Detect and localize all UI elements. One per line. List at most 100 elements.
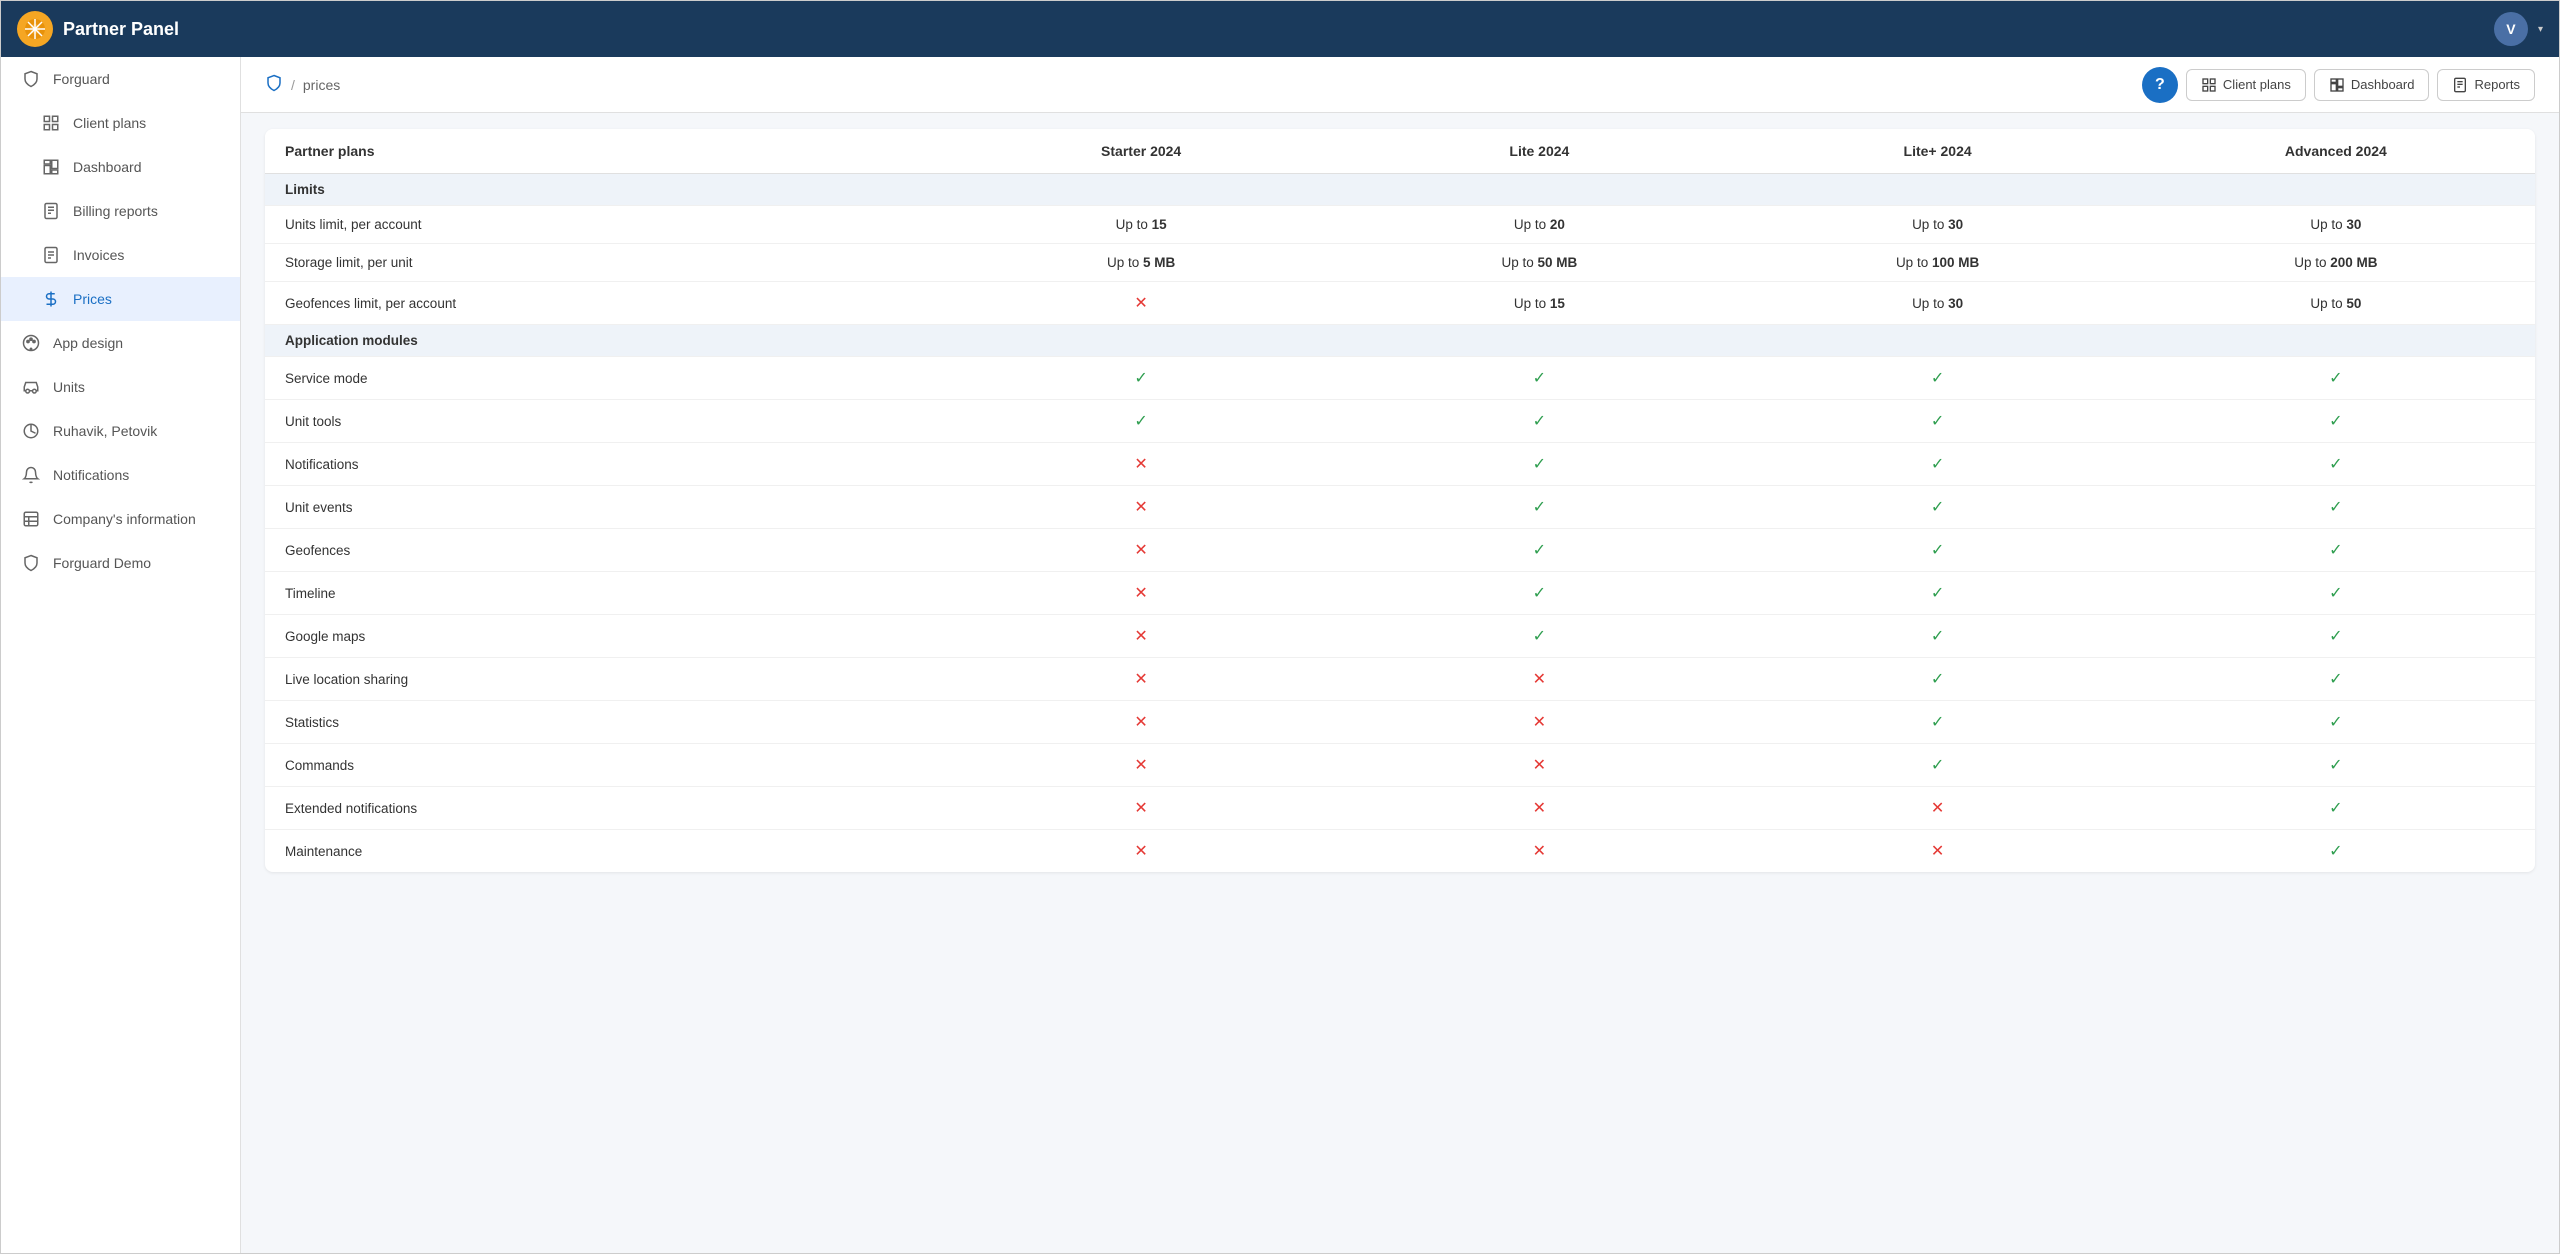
sidebar-item-forguard-demo[interactable]: Forguard Demo xyxy=(1,541,240,585)
lite-cell: Up to 50 MB xyxy=(1340,244,1738,282)
lite-cell: ✓ xyxy=(1340,357,1738,400)
check-icon: ✓ xyxy=(1931,456,1944,473)
help-button[interactable]: ? xyxy=(2142,67,2178,103)
advanced-cell: Up to 50 xyxy=(2137,282,2535,325)
palette-icon xyxy=(21,333,41,353)
logo-icon xyxy=(17,11,53,47)
lite_plus-cell: ✓ xyxy=(1738,400,2136,443)
check-icon: ✓ xyxy=(2329,714,2342,731)
cross-icon: ✕ xyxy=(1134,585,1147,602)
check-icon: ✓ xyxy=(1931,757,1944,774)
advanced-cell: ✓ xyxy=(2137,357,2535,400)
dashboard-button[interactable]: Dashboard xyxy=(2314,69,2430,101)
table-row: Google maps✕✓✓✓ xyxy=(265,615,2535,658)
content-area: / prices ? Client plans Dashboard xyxy=(241,57,2559,1253)
col-header-starter: Starter 2024 xyxy=(942,129,1340,174)
sidebar-item-units[interactable]: Units xyxy=(1,365,240,409)
client-plans-btn-icon xyxy=(2201,77,2217,93)
lite_plus-cell: Up to 30 xyxy=(1738,282,2136,325)
table-icon xyxy=(21,509,41,529)
starter-cell: Up to 15 xyxy=(942,206,1340,244)
starter-cell: ✕ xyxy=(942,529,1340,572)
table-row: Commands✕✕✓✓ xyxy=(265,744,2535,787)
feature-cell: Geofences xyxy=(265,529,942,572)
sidebar-item-billing-reports[interactable]: Billing reports xyxy=(1,189,240,233)
lite-cell: ✕ xyxy=(1340,744,1738,787)
check-icon: ✓ xyxy=(1533,370,1546,387)
dollar-icon xyxy=(41,289,61,309)
lite_plus-cell: ✓ xyxy=(1738,701,2136,744)
cross-icon: ✕ xyxy=(1134,757,1147,774)
check-icon: ✓ xyxy=(2329,456,2342,473)
breadcrumb-shield-icon xyxy=(265,74,283,95)
check-icon: ✓ xyxy=(1533,456,1546,473)
check-icon: ✓ xyxy=(1533,628,1546,645)
check-icon: ✓ xyxy=(1533,499,1546,516)
advanced-cell: Up to 30 xyxy=(2137,206,2535,244)
lite_plus-cell: ✓ xyxy=(1738,486,2136,529)
check-icon: ✓ xyxy=(1931,585,1944,602)
lite_plus-cell: ✕ xyxy=(1738,830,2136,873)
sidebar-item-notifications[interactable]: Notifications xyxy=(1,453,240,497)
advanced-cell: ✓ xyxy=(2137,615,2535,658)
table-row: Timeline✕✓✓✓ xyxy=(265,572,2535,615)
table-wrapper: Partner plans Starter 2024 Lite 2024 Lit… xyxy=(241,113,2559,1253)
user-avatar[interactable]: V xyxy=(2494,12,2528,46)
cross-icon: ✕ xyxy=(1931,800,1944,817)
check-icon: ✓ xyxy=(1931,499,1944,516)
lite_plus-cell: ✓ xyxy=(1738,443,2136,486)
check-icon: ✓ xyxy=(2329,370,2342,387)
sidebar-item-prices-label: Prices xyxy=(73,291,112,307)
advanced-cell: ✓ xyxy=(2137,744,2535,787)
sidebar-item-app-design[interactable]: App design xyxy=(1,321,240,365)
lite_plus-cell: ✓ xyxy=(1738,658,2136,701)
sidebar-item-forguard[interactable]: Forguard xyxy=(1,57,240,101)
check-icon: ✓ xyxy=(2329,757,2342,774)
sidebar-item-dashboard-label: Dashboard xyxy=(73,159,142,175)
feature-cell: Notifications xyxy=(265,443,942,486)
chevron-down-icon[interactable]: ▾ xyxy=(2538,24,2543,35)
grid-icon xyxy=(41,113,61,133)
col-header-lite-plus: Lite+ 2024 xyxy=(1738,129,2136,174)
section-header-row: Limits xyxy=(265,174,2535,206)
sidebar-item-forguard-label: Forguard xyxy=(53,71,110,87)
starter-cell: ✕ xyxy=(942,658,1340,701)
col-header-lite: Lite 2024 xyxy=(1340,129,1738,174)
table-row: Live location sharing✕✕✓✓ xyxy=(265,658,2535,701)
check-icon: ✓ xyxy=(2329,585,2342,602)
starter-cell: ✕ xyxy=(942,615,1340,658)
feature-cell: Google maps xyxy=(265,615,942,658)
lite-cell: ✓ xyxy=(1340,529,1738,572)
lite-cell: Up to 15 xyxy=(1340,282,1738,325)
sidebar-item-prices[interactable]: Prices xyxy=(1,277,240,321)
advanced-cell: ✓ xyxy=(2137,701,2535,744)
lite-cell: ✕ xyxy=(1340,701,1738,744)
sidebar-item-company-info[interactable]: Company's information xyxy=(1,497,240,541)
check-icon: ✓ xyxy=(1533,585,1546,602)
cross-icon: ✕ xyxy=(1533,800,1546,817)
check-icon: ✓ xyxy=(2329,542,2342,559)
sidebar-item-client-plans-label: Client plans xyxy=(73,115,146,131)
advanced-cell: ✓ xyxy=(2137,400,2535,443)
table-row: Geofences limit, per account✕Up to 15Up … xyxy=(265,282,2535,325)
sidebar-item-dashboard[interactable]: Dashboard xyxy=(1,145,240,189)
lite-cell: ✓ xyxy=(1340,486,1738,529)
check-icon: ✓ xyxy=(2329,843,2342,860)
advanced-cell: ✓ xyxy=(2137,443,2535,486)
advanced-cell: ✓ xyxy=(2137,658,2535,701)
sidebar-item-invoices[interactable]: Invoices xyxy=(1,233,240,277)
starter-cell: ✕ xyxy=(942,787,1340,830)
sidebar-item-client-plans[interactable]: Client plans xyxy=(1,101,240,145)
sidebar-item-ruhavik[interactable]: Ruhavik, Petovik xyxy=(1,409,240,453)
lite_plus-cell: Up to 30 xyxy=(1738,206,2136,244)
check-icon: ✓ xyxy=(1533,542,1546,559)
advanced-cell: ✓ xyxy=(2137,486,2535,529)
reports-button[interactable]: Reports xyxy=(2437,69,2535,101)
check-icon: ✓ xyxy=(2329,800,2342,817)
lite_plus-cell: ✓ xyxy=(1738,572,2136,615)
col-header-advanced: Advanced 2024 xyxy=(2137,129,2535,174)
client-plans-button[interactable]: Client plans xyxy=(2186,69,2306,101)
feature-cell: Unit events xyxy=(265,486,942,529)
cross-icon: ✕ xyxy=(1533,714,1546,731)
col-header-partner-plans: Partner plans xyxy=(265,129,942,174)
